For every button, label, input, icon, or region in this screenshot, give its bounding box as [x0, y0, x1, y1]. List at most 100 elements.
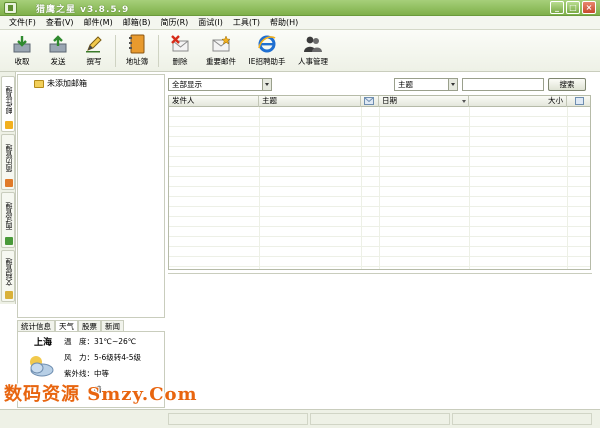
hr-management-label: 人事管理 — [298, 57, 328, 66]
table-row — [169, 187, 590, 197]
menu-bar: 文件(F) 查看(V) 邮件(M) 邮箱(B) 简历(R) 面试(I) 工具(T… — [0, 16, 600, 30]
wind-value: 5-6级转4-5级 — [94, 353, 141, 362]
send-label: 发送 — [50, 57, 66, 66]
table-row — [169, 167, 590, 177]
tree-node-unadded-mailbox[interactable]: 未添加邮箱 — [34, 78, 87, 89]
status-segment — [168, 413, 308, 425]
resume-icon — [5, 179, 13, 187]
mailbox-tree: 未添加邮箱 — [17, 74, 165, 318]
app-logo-icon — [4, 2, 17, 14]
table-row — [169, 217, 590, 227]
tab-document-label: 文档管理 — [5, 258, 13, 286]
send-icon — [47, 34, 69, 54]
receive-label: 收取 — [14, 57, 30, 66]
menu-resume[interactable]: 简历(R) — [155, 16, 193, 29]
tab-interview-management[interactable]: 面试管理 — [1, 192, 15, 248]
weather-city: 上海 — [34, 338, 53, 348]
important-mail-button[interactable]: 重要邮件 — [198, 30, 244, 71]
search-field-select[interactable]: 主题 — [394, 78, 458, 91]
folder-icon — [34, 79, 44, 88]
table-row — [169, 197, 590, 207]
column-date-label: 日期 — [382, 96, 397, 105]
menu-mailbox[interactable]: 邮箱(B) — [118, 16, 156, 29]
status-segment — [452, 413, 592, 425]
table-row — [169, 247, 590, 257]
temperature-value: 31℃~26℃ — [94, 337, 137, 346]
important-mail-icon — [210, 34, 232, 54]
send-button[interactable]: 发送 — [40, 30, 76, 71]
tab-statistics[interactable]: 统计信息 — [17, 320, 55, 331]
ie-browser-icon — [256, 34, 278, 54]
people-icon — [302, 34, 324, 54]
delete-label: 删除 — [172, 57, 188, 66]
uv-label: 紫外线： — [64, 369, 94, 378]
ie-helper-label: IE招聘助手 — [248, 57, 286, 66]
menu-mail[interactable]: 邮件(M) — [79, 16, 118, 29]
title-bar: 猎鹰之星 v3.8.5.9 _ □ × — [0, 0, 600, 16]
status-bar — [0, 409, 600, 428]
delete-mail-icon — [169, 34, 191, 54]
filter-bar: 全部显示 主题 搜索 — [168, 78, 592, 94]
tab-document-management[interactable]: 文档管理 — [1, 250, 15, 302]
info-tabs: 统计信息 天气 股票 新闻 — [17, 320, 165, 332]
address-book-label: 地址簿 — [125, 57, 149, 66]
display-filter-value: 全部显示 — [172, 80, 202, 89]
column-sender[interactable]: 发件人 — [169, 96, 259, 107]
menu-help[interactable]: 帮助(H) — [265, 16, 303, 29]
uv-value: 中等 — [94, 369, 109, 378]
compose-label: 撰写 — [86, 57, 102, 66]
close-button[interactable]: × — [582, 1, 596, 14]
interview-icon — [5, 237, 13, 245]
tab-weather[interactable]: 天气 — [55, 320, 78, 331]
weather-temperature: 温 度：31℃~26℃ — [64, 336, 136, 347]
search-field-value: 主题 — [398, 80, 413, 89]
delete-button[interactable]: 删除 — [162, 30, 198, 71]
menu-view[interactable]: 查看(V) — [41, 16, 79, 29]
side-tab-strip: 邮件管理 简历管理 面试管理 文档管理 — [0, 72, 16, 304]
minimize-button[interactable]: _ — [550, 1, 564, 14]
toolbar-separator — [158, 35, 159, 67]
address-book-button[interactable]: 地址簿 — [119, 30, 155, 71]
column-flag[interactable] — [567, 96, 590, 107]
receive-icon — [11, 34, 33, 54]
sort-desc-icon — [462, 100, 466, 103]
column-size[interactable]: 大小 — [469, 96, 567, 107]
tab-mail-management[interactable]: 邮件管理 — [1, 76, 15, 132]
tab-mail-label: 邮件管理 — [5, 86, 13, 114]
toolbar-separator — [115, 35, 116, 67]
table-row — [169, 207, 590, 217]
table-row — [169, 117, 590, 127]
tab-resume-management[interactable]: 简历管理 — [1, 134, 15, 190]
hr-management-button[interactable]: 人事管理 — [290, 30, 336, 71]
tab-news[interactable]: 新闻 — [101, 320, 124, 331]
pencil-icon — [83, 34, 105, 54]
mail-icon — [5, 121, 13, 129]
status-segment — [310, 413, 450, 425]
tab-interview-label: 面试管理 — [5, 202, 13, 230]
table-row — [169, 257, 590, 267]
mail-list[interactable]: 发件人 主题 日期 大小 — [168, 95, 591, 270]
menu-interview[interactable]: 面试(I) — [193, 16, 228, 29]
column-subject[interactable]: 主题 — [259, 96, 361, 107]
mail-preview-pane[interactable] — [168, 273, 592, 408]
ie-helper-button[interactable]: IE招聘助手 — [244, 30, 290, 71]
menu-file[interactable]: 文件(F) — [4, 16, 41, 29]
column-attachment[interactable] — [361, 96, 379, 107]
column-date[interactable]: 日期 — [379, 96, 469, 107]
compose-button[interactable]: 撰写 — [76, 30, 112, 71]
flag-column-icon — [575, 97, 584, 105]
watermark: 数码资源 Smzy.Com — [4, 384, 198, 405]
document-icon — [5, 291, 13, 299]
table-row — [169, 137, 590, 147]
table-row — [169, 227, 590, 237]
chevron-down-icon — [448, 79, 457, 90]
window-controls: _ □ × — [550, 1, 596, 14]
receive-button[interactable]: 收取 — [4, 30, 40, 71]
maximize-button[interactable]: □ — [566, 1, 580, 14]
menu-tools[interactable]: 工具(T) — [228, 16, 265, 29]
search-input[interactable] — [462, 78, 544, 91]
display-filter-select[interactable]: 全部显示 — [168, 78, 272, 91]
search-button[interactable]: 搜索 — [548, 78, 586, 91]
tab-stocks[interactable]: 股票 — [78, 320, 101, 331]
mail-list-header: 发件人 主题 日期 大小 — [169, 96, 590, 107]
